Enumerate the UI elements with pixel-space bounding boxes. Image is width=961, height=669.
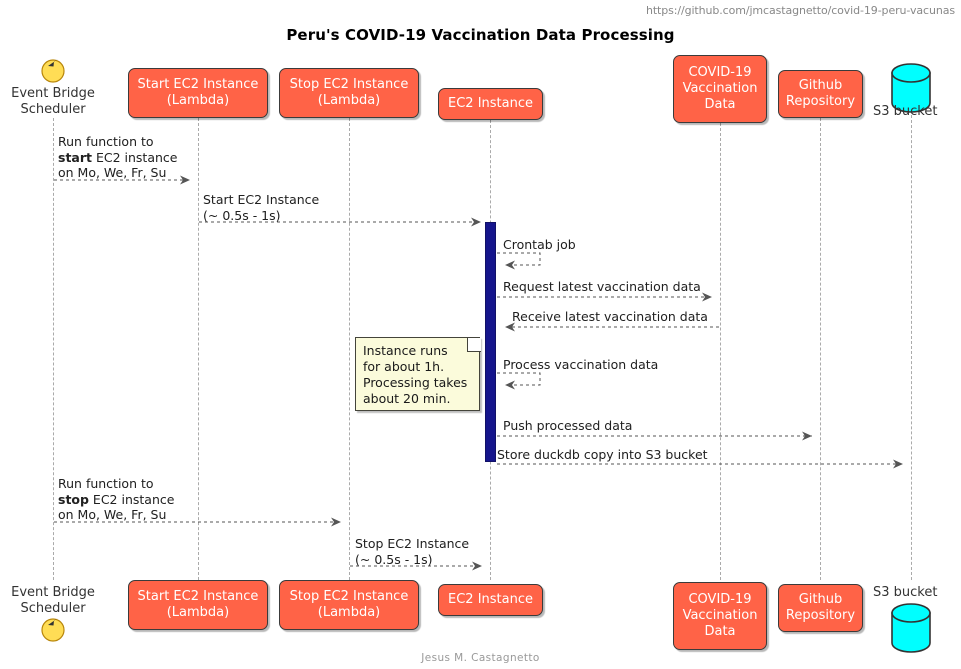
participant-covid-data-bottom[interactable]: COVID-19 Vaccination Data xyxy=(673,582,767,650)
arrow-process-vaccination-data xyxy=(497,372,541,390)
lifeline-scheduler xyxy=(53,118,54,580)
msg-label-push-processed-data: Push processed data xyxy=(503,418,633,433)
msg-label-run-stop-function: Run function to stop EC2 instance on Mo,… xyxy=(58,476,174,523)
participant-github-bottom[interactable]: Github Repository xyxy=(778,584,863,632)
lifeline-start-lambda xyxy=(198,118,199,580)
page-title: Peru's COVID-19 Vaccination Data Process… xyxy=(286,26,675,44)
msg-label-receive-vaccination-data: Receive latest vaccination data xyxy=(512,309,708,324)
participant-github-top[interactable]: Github Repository xyxy=(778,70,863,118)
lifeline-s3 xyxy=(911,115,912,580)
lifeline-covid-data xyxy=(720,123,721,580)
participant-stop-lambda-top[interactable]: Stop EC2 Instance (Lambda) xyxy=(279,68,419,118)
activation-bar-ec2 xyxy=(485,222,496,462)
note-instance-runtime: Instance runs for about 1h. Processing t… xyxy=(355,337,480,411)
msg-label-start-ec2-instance: Start EC2 Instance (~ 0.5s - 1s) xyxy=(203,192,320,223)
participant-stop-lambda-bottom[interactable]: Stop EC2 Instance (Lambda) xyxy=(279,580,419,630)
source-url: https://github.com/jmcastagnetto/covid-1… xyxy=(645,4,955,17)
participant-ec2-top[interactable]: EC2 Instance xyxy=(438,88,543,120)
clock-actor-icon-bottom xyxy=(41,618,65,642)
msg-emphasis-stop: stop xyxy=(58,491,89,507)
msg-label-stop-ec2-instance: Stop EC2 Instance (~ 0.5s - 1s) xyxy=(355,536,470,567)
msg-label-process-vaccination-data: Process vaccination data xyxy=(503,357,659,372)
database-cylinder-icon-bottom xyxy=(891,603,931,653)
participant-label-s3-bottom: S3 bucket xyxy=(873,585,938,600)
participant-label-scheduler-top: Event Bridge Scheduler xyxy=(11,86,95,117)
lifeline-github xyxy=(820,118,821,580)
participant-start-lambda-bottom[interactable]: Start EC2 Instance (Lambda) xyxy=(128,580,268,630)
lifeline-stop-lambda xyxy=(349,118,350,580)
participant-ec2-bottom[interactable]: EC2 Instance xyxy=(438,584,543,616)
arrow-crontab-job xyxy=(497,252,541,270)
msg-label-crontab-job: Crontab job xyxy=(503,237,576,252)
msg-label-store-duckdb-copy: Store duckdb copy into S3 bucket xyxy=(497,447,708,462)
author-credit: Jesus M. Castagnetto xyxy=(421,652,540,664)
note-fold-corner xyxy=(467,338,481,352)
clock-actor-icon xyxy=(41,59,65,83)
msg-line-1: Run function to xyxy=(58,134,154,149)
participant-covid-data-top[interactable]: COVID-19 Vaccination Data xyxy=(673,55,767,123)
msg-emphasis-start: start xyxy=(58,149,92,165)
sequence-diagram-canvas: https://github.com/jmcastagnetto/covid-1… xyxy=(0,0,961,669)
participant-label-scheduler-bottom: Event Bridge Scheduler xyxy=(11,585,95,616)
msg-label-request-vaccination-data: Request latest vaccination data xyxy=(503,279,701,294)
msg-label-run-start-function: Run function to start EC2 instance on Mo… xyxy=(58,134,177,181)
participant-label-s3-top: S3 bucket xyxy=(873,104,938,119)
participant-start-lambda-top[interactable]: Start EC2 Instance (Lambda) xyxy=(128,68,268,118)
msg-line-1: Run function to xyxy=(58,476,154,491)
